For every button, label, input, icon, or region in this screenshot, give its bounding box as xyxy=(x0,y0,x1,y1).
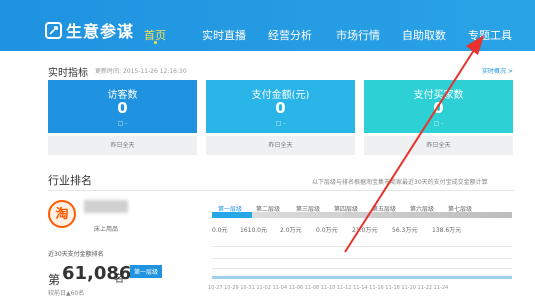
logo[interactable]: 生意参谋 xyxy=(45,18,134,42)
buyers-card[interactable]: 支付买家数 0 □ - xyxy=(364,80,513,133)
card-value: 0 xyxy=(275,99,286,117)
industry-rank-note: 以下层级与排名根据淘宝集市商家最近30天的支付宝成交金额计算 xyxy=(312,179,488,186)
visitors-card[interactable]: 访客数 0 □ - xyxy=(48,80,197,133)
tier-label-7[interactable]: 第七层级 xyxy=(448,204,472,213)
top-nav-bar: 生意参谋 首页 实时直播 经营分析 市场行情 自助取数 专题工具 xyxy=(0,0,535,51)
tier-label-4[interactable]: 第四层级 xyxy=(334,204,358,213)
tier-label-3[interactable]: 第三层级 xyxy=(296,204,320,213)
update-time: 更新时间: 2015-11-26 12:16:30 xyxy=(95,68,187,75)
nav-operations[interactable]: 经营分析 xyxy=(268,27,312,43)
nav-market[interactable]: 市场行情 xyxy=(336,27,380,43)
tier-value-5: 21.0万元 xyxy=(352,227,378,234)
chart-gridline xyxy=(212,268,512,269)
chart-gridline xyxy=(212,246,512,247)
shop-category: 床上用品 xyxy=(94,226,119,233)
realtime-overview-link[interactable]: 实时概况 > xyxy=(482,66,513,75)
rank-prefix: 第 xyxy=(48,273,61,287)
payment-amount-card[interactable]: 支付金额(元) 0 □ - xyxy=(206,80,355,133)
trend-chart-area xyxy=(212,276,512,279)
active-indicator-dot xyxy=(154,41,157,44)
nav-tools[interactable]: 专题工具 xyxy=(468,27,512,43)
logo-icon xyxy=(45,21,62,39)
rank-suffix: 名 xyxy=(114,274,124,285)
indicators-title: 实时指标 xyxy=(48,68,88,79)
shop-name-blurred xyxy=(84,200,128,213)
industry-rank-title: 行业排名 xyxy=(48,174,92,187)
card-footer: 昨日全天 xyxy=(206,136,355,155)
card-compare: □ - xyxy=(433,120,444,127)
rank-change: 较前日▲60名 xyxy=(48,290,85,297)
card-value: 0 xyxy=(117,99,128,117)
tier-value-3: 2.0万元 xyxy=(280,227,302,234)
card-value: 0 xyxy=(433,99,444,117)
tier-value-7: 138.6万元 xyxy=(432,227,462,234)
card-footer: 昨日全天 xyxy=(364,136,513,155)
logo-text: 生意参谋 xyxy=(66,22,135,41)
taobao-logo: 淘 xyxy=(48,200,76,228)
tier-label-5[interactable]: 第五层级 xyxy=(372,204,396,213)
tier-label-6[interactable]: 第六层级 xyxy=(410,204,434,213)
nav-data-fetch[interactable]: 自助取数 xyxy=(402,27,446,43)
tier-value-6: 56.3万元 xyxy=(392,227,418,234)
tier-badge: 第一层级 xyxy=(130,265,163,278)
nav-live[interactable]: 实时直播 xyxy=(202,27,246,43)
card-footer: 昨日全天 xyxy=(48,136,197,155)
tier-label-2[interactable]: 第二层级 xyxy=(256,204,280,213)
tier-value-4: 0.0万元 xyxy=(316,227,338,234)
tier-value-1: 0.0元 xyxy=(212,227,228,234)
tier-value-2: 1610.0元 xyxy=(240,227,267,234)
card-compare: □ - xyxy=(117,120,128,127)
tier-label-1[interactable]: 第一层级 xyxy=(218,204,242,213)
rank-caption: 近30天支付金额排名 xyxy=(48,251,104,258)
chart-date-axis: 10-27 10-29 10-31 11-02 11-04 11-06 11-0… xyxy=(208,285,449,291)
section-divider xyxy=(48,190,515,191)
chart-gridline xyxy=(212,258,512,259)
card-compare: □ - xyxy=(275,120,286,127)
